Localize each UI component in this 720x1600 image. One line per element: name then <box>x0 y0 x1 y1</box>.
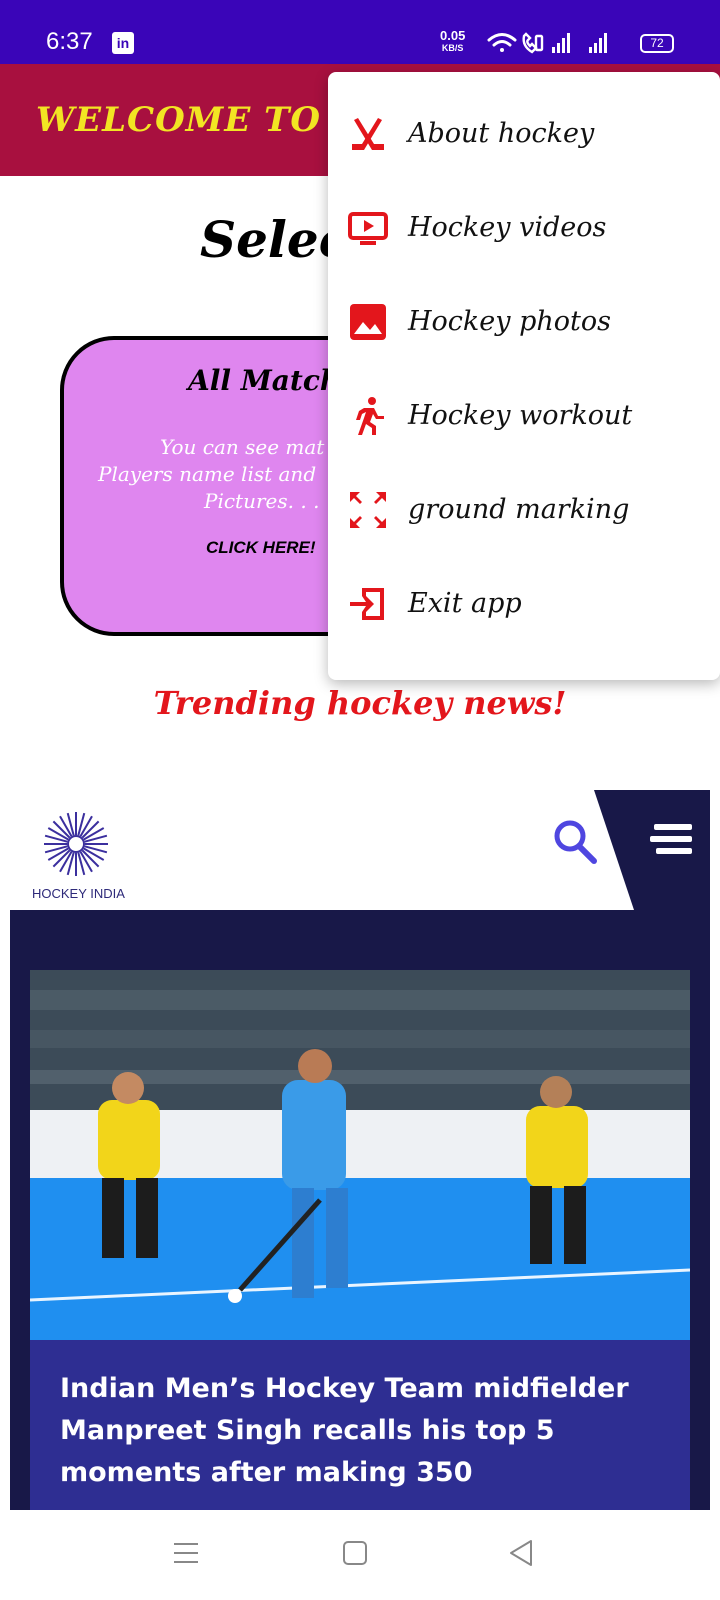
expand-arrows-icon <box>350 492 386 528</box>
menu-item-ground-marking[interactable]: ground marking <box>328 464 720 560</box>
network-speed-value: 0.05 <box>440 28 466 43</box>
wifi-icon <box>487 33 517 52</box>
search-icon[interactable] <box>552 818 600 866</box>
website-header: HOCKEY INDIA <box>10 790 710 910</box>
menu-item-about-hockey[interactable]: About hockey <box>328 88 720 184</box>
image-icon <box>350 304 386 340</box>
menu-item-label: ground marking <box>408 494 630 525</box>
linkedin-notification-icon: in <box>112 32 134 54</box>
menu-item-label: About hockey <box>408 118 595 149</box>
logo-text: HOCKEY INDIA <box>32 886 125 901</box>
status-bar: 6:37 in 0.05 KB/S 72 <box>0 0 720 64</box>
hockey-sticks-icon <box>352 118 384 150</box>
news-caption[interactable]: Indian Men’s Hockey Team midfielder Manp… <box>30 1340 690 1510</box>
signal-icons <box>487 32 607 54</box>
system-nav-bar <box>0 1510 720 1600</box>
battery-icon: 72 <box>640 34 674 53</box>
hockey-india-logo <box>44 812 108 876</box>
menu-item-hockey-photos[interactable]: Hockey photos <box>328 276 720 372</box>
status-time: 6:37 <box>46 28 93 55</box>
cell-signal-2-icon <box>589 33 607 53</box>
menu-item-hockey-workout[interactable]: Hockey workout <box>328 370 720 466</box>
menu-item-exit-app[interactable]: Exit app <box>328 558 720 654</box>
click-here-link[interactable]: CLICK HERE! <box>206 538 316 558</box>
overflow-menu: About hockey Hockey videos Hockey photos… <box>328 72 720 680</box>
menu-item-label: Exit app <box>408 588 522 619</box>
network-speed: 0.05 KB/S <box>440 28 466 54</box>
trending-news-heading: Trending hockey news! <box>153 684 567 722</box>
home-icon[interactable] <box>342 1540 368 1566</box>
back-icon[interactable] <box>508 1538 534 1568</box>
network-speed-unit: KB/S <box>441 43 464 53</box>
running-person-icon <box>356 397 384 435</box>
cell-signal-1-icon <box>552 33 570 53</box>
menu-item-hockey-videos[interactable]: Hockey videos <box>328 182 720 278</box>
recent-apps-icon[interactable] <box>172 1540 200 1566</box>
menu-item-label: Hockey videos <box>408 212 607 243</box>
volte-call-icon <box>522 32 544 54</box>
menu-item-label: Hockey photos <box>408 306 611 337</box>
video-player-icon <box>348 212 388 245</box>
news-title[interactable]: Indian Men’s Hockey Team midfielder Manp… <box>60 1368 660 1494</box>
news-photo[interactable] <box>30 970 690 1340</box>
hamburger-menu-icon[interactable] <box>594 790 710 910</box>
menu-item-label: Hockey workout <box>408 400 633 431</box>
exit-icon <box>350 588 384 620</box>
